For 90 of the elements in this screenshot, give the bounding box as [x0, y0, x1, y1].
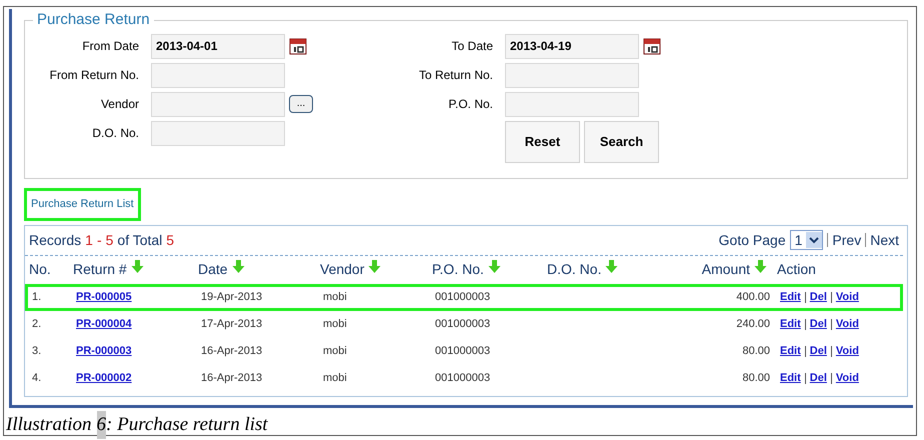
- return-link[interactable]: PR-000003: [76, 344, 132, 357]
- records-from: 1: [85, 230, 93, 250]
- records-total: 5: [166, 230, 174, 250]
- vendor-cell-text: mobi: [323, 290, 348, 305]
- input-field[interactable]: [151, 120, 285, 146]
- column-header: D.O. No.: [547, 261, 602, 277]
- action-link[interactable]: Edit: [780, 342, 801, 360]
- row-number: 4.: [32, 370, 42, 386]
- column-header: Return #: [73, 261, 127, 277]
- vendor-cell-text: mobi: [323, 370, 348, 386]
- date-cell-text: 19-Apr-2013: [201, 290, 264, 305]
- date-cell-text: 16-Apr-2013: [201, 370, 264, 386]
- field-label: From Return No.: [48, 67, 140, 84]
- dropdown-icon[interactable]: [806, 232, 822, 248]
- vendor-cell-text: mobi: [323, 344, 348, 359]
- goto-page-label: Goto Page: [718, 230, 786, 250]
- records-to: 5: [106, 230, 114, 250]
- table-row[interactable]: 4. PR-000002 16-Apr-2013 mobi 001000003 80.00 Edit Del Void: [25, 364, 903, 392]
- caption-label: Illustration: [6, 412, 92, 436]
- records-of: of Total: [117, 230, 162, 250]
- calendar-icon[interactable]: [643, 37, 661, 55]
- column-header: Date: [198, 261, 228, 277]
- records-dash: -: [96, 230, 102, 250]
- amount-cell: 400.00: [736, 290, 770, 303]
- field-label: P.O. No.: [448, 96, 494, 113]
- column-header: No.: [29, 261, 51, 277]
- action-link[interactable]: Edit: [780, 370, 801, 386]
- return-link[interactable]: PR-000004: [76, 318, 132, 330]
- records-label: Records: [29, 230, 82, 250]
- action-link[interactable]: Del: [810, 288, 827, 306]
- column-header: Action: [777, 261, 816, 277]
- return-link[interactable]: PR-000005: [76, 290, 132, 303]
- sort-arrow-icon[interactable]: [368, 260, 382, 273]
- field-label: To Return No.: [418, 67, 494, 84]
- page-number: 1: [794, 230, 804, 250]
- page-select[interactable]: 1: [790, 230, 824, 250]
- action-link[interactable]: Del: [810, 370, 827, 386]
- row-number: 3.: [32, 344, 42, 359]
- vendor-cell-text: mobi: [323, 316, 348, 332]
- field-label: From Date: [81, 38, 140, 55]
- sort-arrow-icon[interactable]: [130, 260, 144, 273]
- column-header: Amount: [702, 261, 750, 277]
- amount-cell: 240.00: [736, 318, 770, 330]
- field-label: To Date: [450, 38, 494, 55]
- action-link[interactable]: Edit: [780, 316, 801, 332]
- caption-number: 6: [96, 410, 106, 439]
- action-link[interactable]: Del: [810, 342, 827, 360]
- column-header: Vendor: [320, 261, 364, 277]
- amount-cell: 80.00: [742, 344, 770, 357]
- po-cell-text: 001000003: [435, 344, 492, 359]
- amount-cell: 80.00: [742, 372, 770, 384]
- search-button[interactable]: Search: [584, 120, 659, 162]
- po-cell-text: 001000003: [435, 316, 492, 332]
- panel-title: Purchase Return: [36, 10, 151, 30]
- row-number: 1.: [32, 290, 42, 305]
- lookup-button[interactable]: ...: [289, 95, 313, 113]
- pager-link[interactable]: Next: [870, 230, 899, 250]
- action-link[interactable]: Void: [836, 316, 859, 332]
- input-field[interactable]: 2013-04-01: [151, 34, 285, 58]
- action-link[interactable]: Void: [836, 370, 859, 386]
- input-field[interactable]: 2013-04-19: [505, 34, 639, 58]
- reset-button[interactable]: Reset: [505, 120, 580, 162]
- sort-arrow-icon[interactable]: [605, 260, 618, 273]
- sort-arrow-icon[interactable]: [754, 260, 767, 273]
- table-row[interactable]: 2. PR-000004 17-Apr-2013 mobi 001000003 240.00 Edit Del Void: [25, 310, 903, 338]
- return-link[interactable]: PR-000002: [76, 372, 132, 384]
- po-cell-text: 001000003: [435, 290, 492, 305]
- action-link[interactable]: Edit: [780, 288, 801, 306]
- sort-arrow-icon[interactable]: [488, 260, 501, 273]
- po-cell-text: 001000003: [435, 370, 492, 386]
- input-field[interactable]: [151, 92, 285, 116]
- calendar-icon[interactable]: [289, 37, 307, 55]
- list-link[interactable]: Purchase Return List: [24, 188, 141, 220]
- caption-text: : Purchase return list: [106, 412, 268, 436]
- table-row[interactable]: 3. PR-000003 16-Apr-2013 mobi 001000003 80.00 Edit Del Void: [25, 338, 903, 364]
- field-label: Vendor: [100, 96, 140, 113]
- field-label: D.O. No.: [91, 125, 140, 142]
- row-number: 2.: [32, 316, 42, 332]
- date-cell-text: 17-Apr-2013: [201, 316, 264, 332]
- sort-arrow-icon[interactable]: [232, 260, 245, 273]
- pager-link[interactable]: Prev: [832, 230, 862, 250]
- action-link[interactable]: Void: [836, 288, 859, 306]
- input-field[interactable]: [151, 62, 285, 88]
- date-cell-text: 16-Apr-2013: [201, 344, 264, 359]
- input-field[interactable]: [505, 62, 639, 88]
- action-link[interactable]: Del: [810, 316, 827, 332]
- column-header: P.O. No.: [432, 261, 484, 277]
- table-row[interactable]: 1. PR-000005 19-Apr-2013 mobi 001000003 400.00 Edit Del Void: [25, 284, 903, 310]
- input-field[interactable]: [505, 92, 639, 116]
- action-link[interactable]: Void: [836, 342, 859, 360]
